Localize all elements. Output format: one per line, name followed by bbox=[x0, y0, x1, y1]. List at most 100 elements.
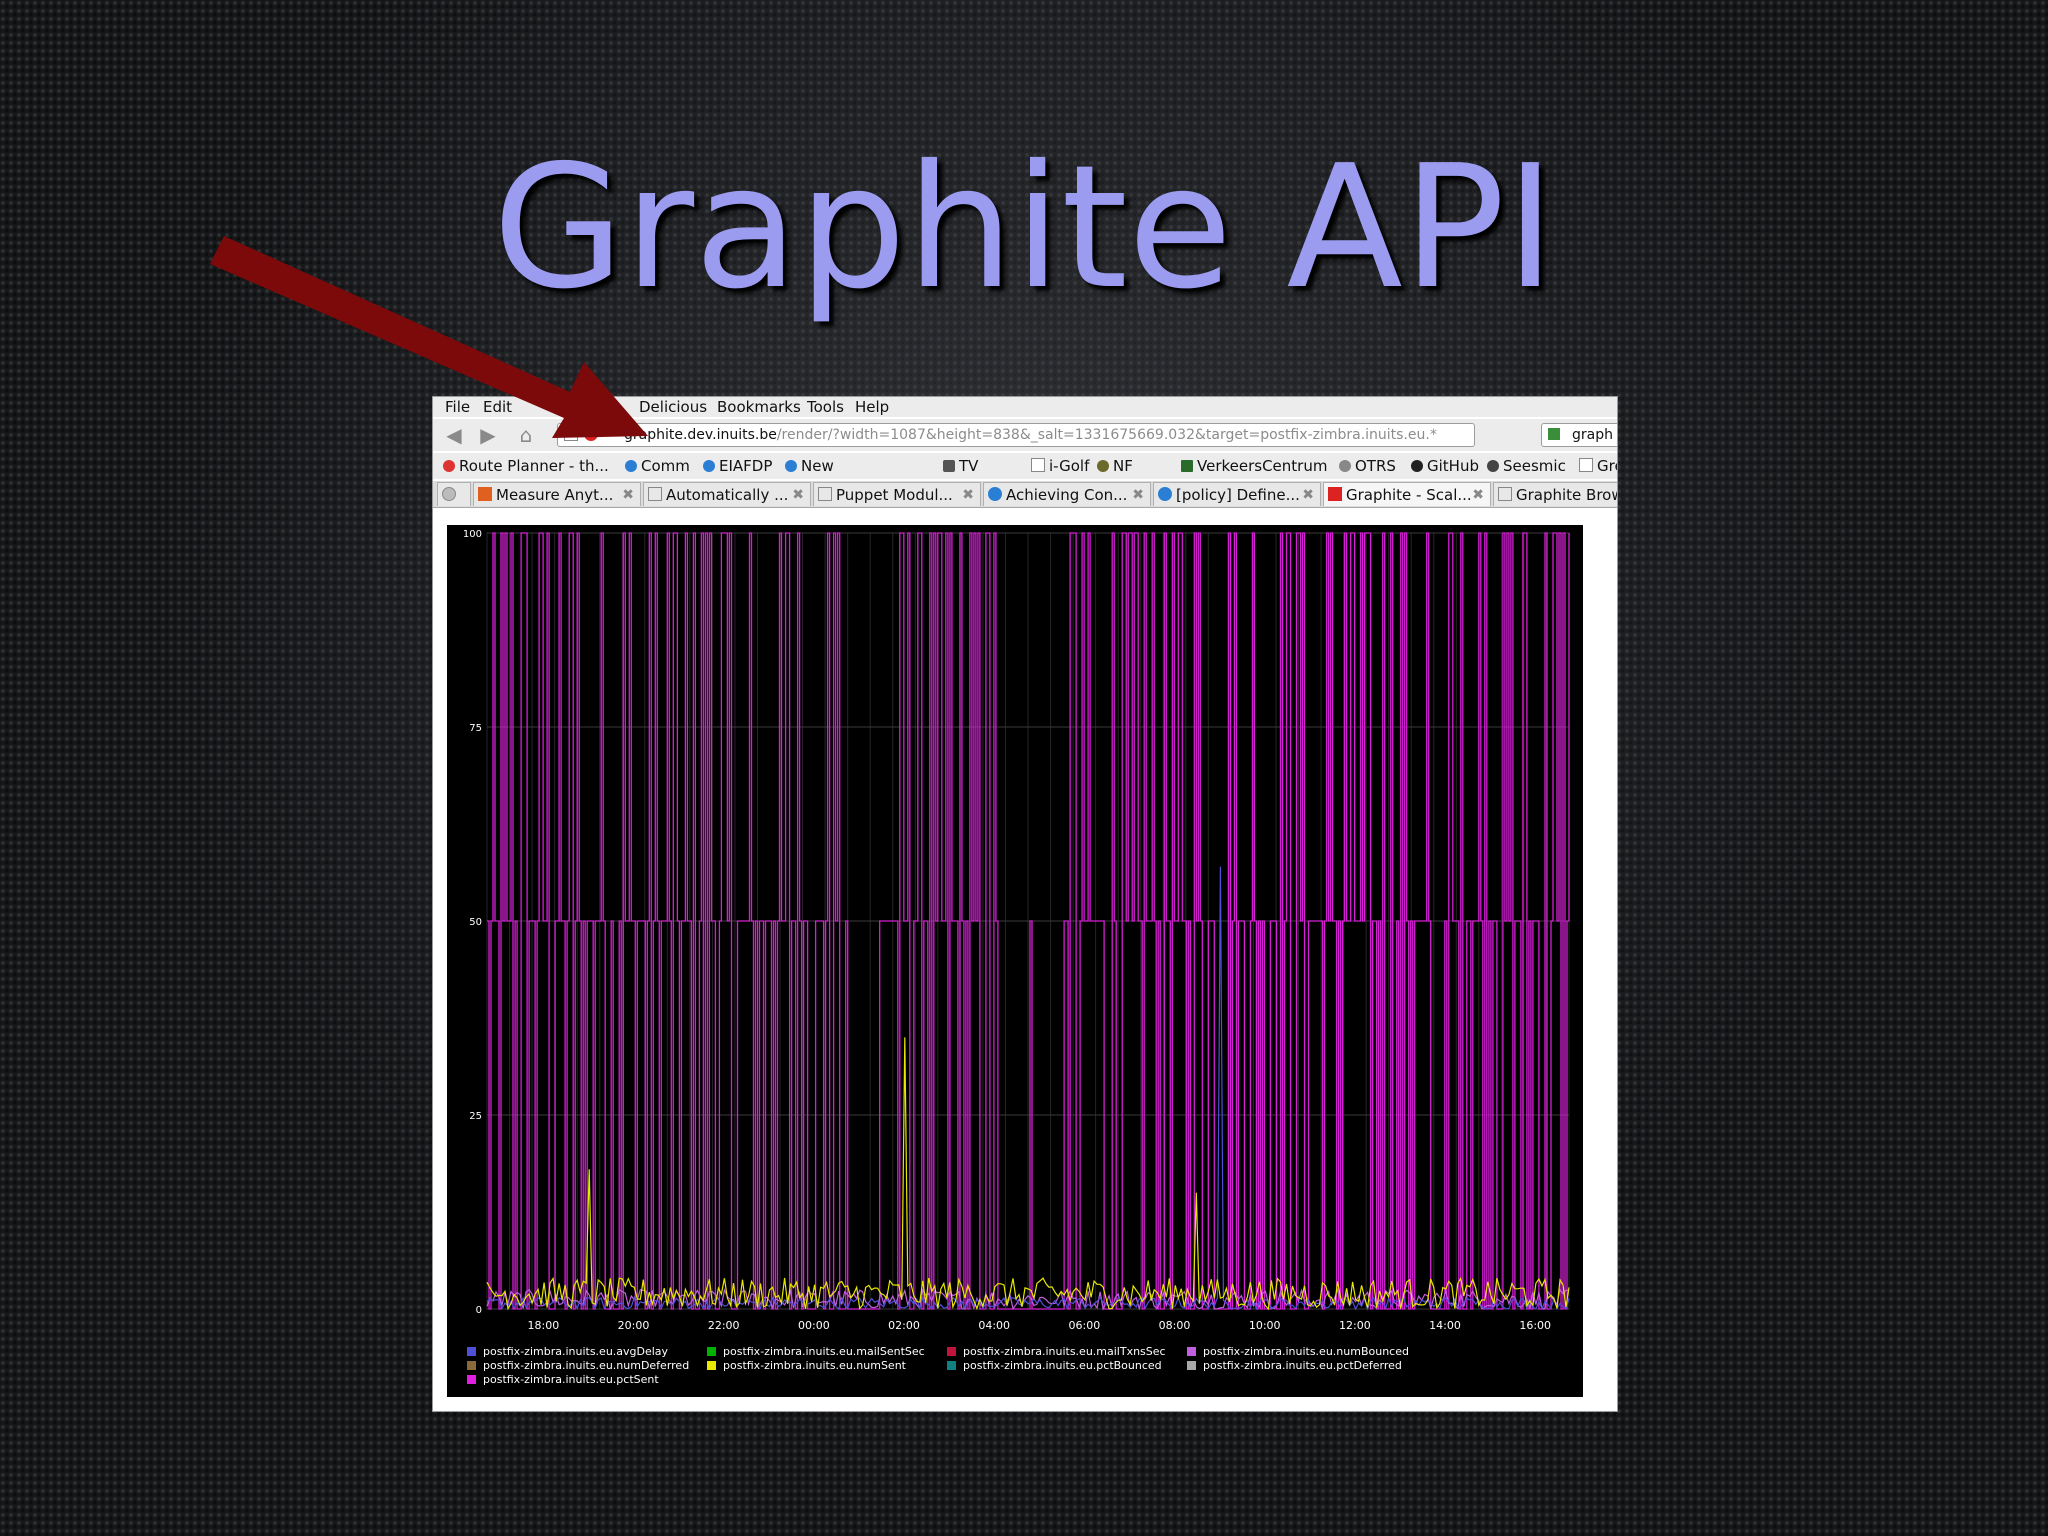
x-tick-label: 18:00 bbox=[528, 1319, 560, 1332]
bookmark-tv[interactable]: TV bbox=[943, 453, 978, 479]
close-icon[interactable]: ✖ bbox=[622, 483, 634, 506]
github-icon bbox=[1411, 460, 1423, 472]
tab-icon bbox=[1328, 487, 1342, 501]
browser-window: File Edit Delicious Bookmarks Tools Help… bbox=[432, 396, 1618, 1412]
home-icon[interactable]: ⌂ bbox=[513, 422, 539, 448]
y-tick-label: 75 bbox=[469, 723, 482, 734]
legend-swatch bbox=[1187, 1361, 1196, 1370]
legend-label: postfix-zimbra.inuits.eu.mailSentSec bbox=[723, 1345, 925, 1358]
bookmark-icon bbox=[1339, 460, 1351, 472]
legend-label: postfix-zimbra.inuits.eu.numBounced bbox=[1203, 1345, 1409, 1358]
url-bar[interactable]: graphite.dev.inuits.be/render/?width=108… bbox=[557, 423, 1475, 447]
bookmark-icon bbox=[1487, 460, 1499, 472]
bookmark-icon bbox=[443, 460, 455, 472]
bookmark-icon bbox=[1031, 458, 1045, 472]
close-icon[interactable]: ✖ bbox=[1302, 483, 1314, 506]
menu-file[interactable]: File bbox=[445, 397, 470, 417]
tab-graphite-scale[interactable]: Graphite - Scal... ✖ bbox=[1323, 482, 1491, 506]
menu-bar: File Edit Delicious Bookmarks Tools Help bbox=[433, 397, 1617, 417]
graphite-graph: 0 25 50 75 100 18:00 20:00 22:00 00:00 02:00 04:00… bbox=[447, 525, 1583, 1397]
legend-swatch bbox=[467, 1375, 476, 1384]
close-icon[interactable]: ✖ bbox=[962, 483, 974, 506]
menu-delicious[interactable]: Delicious bbox=[639, 397, 707, 417]
search-text: graph bbox=[1572, 427, 1613, 443]
slide-title: Graphite API bbox=[492, 129, 1556, 327]
bookmarks-bar: Route Planner - th... Comm EIAFDP New TV… bbox=[433, 453, 1617, 479]
tab-automatically[interactable]: Automatically ... ✖ bbox=[643, 482, 811, 506]
bookmark-eiafdp[interactable]: EIAFDP bbox=[703, 453, 772, 479]
bookmark-github[interactable]: GitHub bbox=[1411, 453, 1479, 479]
x-tick-label: 06:00 bbox=[1069, 1319, 1101, 1332]
legend-swatch bbox=[707, 1347, 716, 1356]
x-tick-label: 08:00 bbox=[1159, 1319, 1191, 1332]
bookmark-seesmic[interactable]: Seesmic bbox=[1487, 453, 1566, 479]
bookmark-verkeerscentrum[interactable]: VerkeersCentrum bbox=[1181, 453, 1327, 479]
legend-label: postfix-zimbra.inuits.eu.pctDeferred bbox=[1203, 1359, 1402, 1372]
x-tick-label: 14:00 bbox=[1429, 1319, 1461, 1332]
bookmark-comm[interactable]: Comm bbox=[625, 453, 690, 479]
legend-swatch bbox=[1187, 1347, 1196, 1356]
legend-label: postfix-zimbra.inuits.eu.numDeferred bbox=[483, 1359, 689, 1372]
bookmark-icon bbox=[703, 460, 715, 472]
bookmark-icon bbox=[1181, 460, 1193, 472]
legend-label: postfix-zimbra.inuits.eu.pctBounced bbox=[963, 1359, 1162, 1372]
bookmark-otrs[interactable]: OTRS bbox=[1339, 453, 1396, 479]
url-path: /render/?width=1087&height=838&_salt=133… bbox=[776, 427, 1437, 443]
bookmark-icon bbox=[1097, 460, 1109, 472]
y-tick-label: 100 bbox=[463, 529, 482, 540]
tab-strip: Measure Anyt... ✖ Automatically ... ✖ Pupp… bbox=[433, 481, 1617, 508]
x-tick-label: 12:00 bbox=[1339, 1319, 1371, 1332]
bookmark-icon bbox=[785, 460, 797, 472]
x-tick-label: 02:00 bbox=[888, 1319, 920, 1332]
url-host: graphite.dev.inuits.be bbox=[624, 427, 777, 443]
bookmark-gre[interactable]: Gre bbox=[1579, 453, 1617, 479]
stop-icon[interactable] bbox=[584, 427, 598, 441]
bookmark-new[interactable]: New bbox=[785, 453, 834, 479]
legend-label: postfix-zimbra.inuits.eu.pctSent bbox=[483, 1373, 659, 1386]
tab-icon bbox=[648, 487, 662, 501]
bookmark-route-planner[interactable]: Route Planner - th... bbox=[443, 453, 609, 479]
x-tick-label: 22:00 bbox=[708, 1319, 740, 1332]
close-icon[interactable]: ✖ bbox=[792, 483, 804, 506]
x-tick-label: 00:00 bbox=[798, 1319, 830, 1332]
menu-edit[interactable]: Edit bbox=[483, 397, 512, 417]
close-icon[interactable]: ✖ bbox=[1472, 483, 1484, 506]
back-icon[interactable]: ◀ bbox=[441, 422, 467, 448]
search-box[interactable]: graph bbox=[1541, 423, 1617, 447]
menu-bookmarks[interactable]: Bookmarks bbox=[717, 397, 801, 417]
page-icon bbox=[564, 427, 578, 441]
tab-achieving[interactable]: Achieving Con... ✖ bbox=[983, 482, 1151, 506]
tab-icon bbox=[1498, 487, 1512, 501]
menu-help[interactable]: Help bbox=[855, 397, 889, 417]
bookmark-nf[interactable]: NF bbox=[1097, 453, 1133, 479]
tab-icon bbox=[1158, 487, 1172, 501]
y-tick-label: 0 bbox=[476, 1305, 482, 1316]
tab-policy[interactable]: [policy] Define... ✖ bbox=[1153, 482, 1321, 506]
legend-label: postfix-zimbra.inuits.eu.avgDelay bbox=[483, 1345, 669, 1358]
forward-icon[interactable]: ▶ bbox=[475, 422, 501, 448]
tab-graphite-browser[interactable]: Graphite Brow bbox=[1493, 482, 1617, 506]
bookmark-icon bbox=[625, 460, 637, 472]
legend-swatch bbox=[467, 1361, 476, 1370]
y-tick-label: 50 bbox=[469, 917, 482, 928]
legend-swatch bbox=[947, 1361, 956, 1370]
bookmark-icon bbox=[1579, 458, 1593, 472]
graph-svg: 0 25 50 75 100 18:00 20:00 22:00 00:00 02:00 04:00… bbox=[463, 529, 1570, 1386]
close-icon[interactable]: ✖ bbox=[1132, 483, 1144, 506]
tv-icon bbox=[943, 460, 955, 472]
y-tick-label: 25 bbox=[469, 1111, 482, 1122]
tab-icon bbox=[988, 487, 1002, 501]
legend-label: postfix-zimbra.inuits.eu.mailTxnsSec bbox=[963, 1345, 1166, 1358]
bookmark-i-golf[interactable]: i-Golf bbox=[1031, 453, 1089, 479]
app-icon bbox=[442, 487, 456, 501]
legend-swatch bbox=[707, 1361, 716, 1370]
tab-puppet[interactable]: Puppet Modul... ✖ bbox=[813, 482, 981, 506]
tab-measure[interactable]: Measure Anyt... ✖ bbox=[473, 482, 641, 506]
navigation-bar: ◀ ▶ ⌂ graphite.dev.inuits.be/render/?wid… bbox=[433, 419, 1617, 451]
tab-pinned[interactable] bbox=[437, 482, 471, 506]
legend-label: postfix-zimbra.inuits.eu.numSent bbox=[723, 1359, 907, 1372]
menu-tools[interactable]: Tools bbox=[807, 397, 844, 417]
search-engine-icon bbox=[1548, 428, 1560, 440]
tab-icon bbox=[478, 487, 492, 501]
x-tick-label: 04:00 bbox=[978, 1319, 1010, 1332]
